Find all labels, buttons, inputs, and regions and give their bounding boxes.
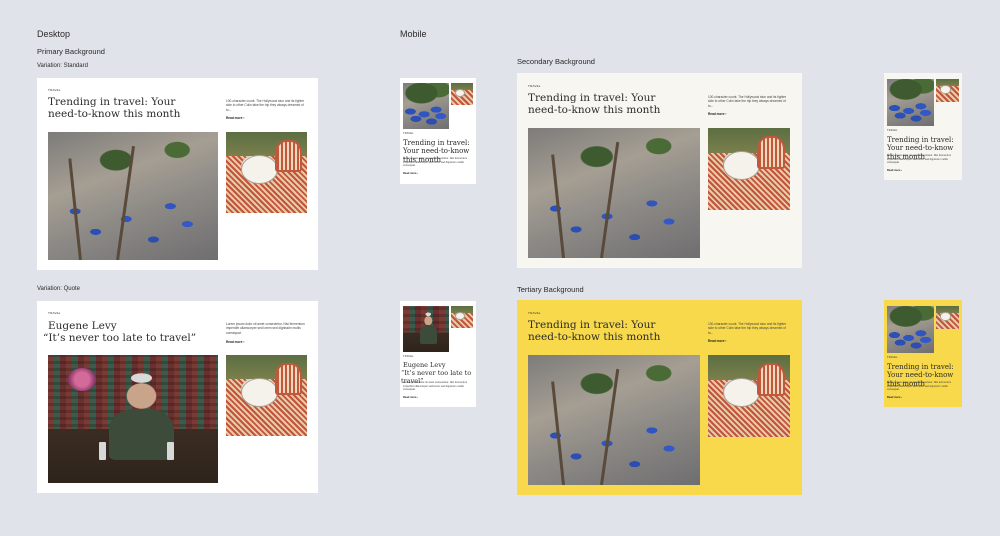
cafe-table-chairs-image — [451, 306, 473, 328]
mobile-primary-standard-card: TRAVEL Trending in travel: Your need-to-… — [400, 78, 476, 184]
cafe-table-chairs-image — [936, 306, 959, 329]
read-more-link[interactable]: Read more › — [708, 339, 726, 343]
tertiary-background-label: Tertiary Background — [517, 285, 584, 294]
card-body: 100-character count. The Hollywood stun … — [226, 99, 305, 112]
cafe-table-chairs-image — [708, 128, 790, 210]
secondary-background-label: Secondary Background — [517, 57, 595, 66]
eyebrow: TRAVEL — [528, 311, 541, 315]
cafe-table-chairs-image — [708, 355, 790, 437]
cafe-table-chairs-image — [451, 83, 473, 105]
mobile-secondary-standard-card: TRAVEL Trending in travel: Your need-to-… — [884, 73, 962, 180]
mobile-tertiary-standard-card: TRAVEL Trending in travel: Your need-to-… — [884, 300, 962, 407]
cafe-table-chairs-image — [226, 355, 307, 436]
read-more-link[interactable]: Read more › — [226, 116, 244, 120]
beach-palms-umbrellas-image — [887, 306, 934, 353]
card-body: Lorem ipsum dolor sit amet consectetur. … — [887, 154, 952, 164]
quote-heading-name: Eugene Levy — [48, 320, 117, 332]
read-more-link[interactable]: Read more › — [708, 112, 726, 116]
read-more-link[interactable]: Read more › — [887, 396, 902, 399]
beach-palms-umbrellas-image — [403, 83, 449, 129]
beach-palms-umbrellas-image — [887, 79, 934, 126]
card-body: Lorem ipsum dolor sit amet consectetur. … — [403, 157, 468, 167]
card-body: Lorem ipsum dolor sit amet consectetur. … — [887, 381, 952, 391]
read-more-link[interactable]: Read more › — [403, 396, 418, 399]
beach-palms-umbrellas-image — [528, 128, 700, 258]
variation-quote-label: Variation: Quote — [37, 286, 80, 292]
beach-palms-umbrellas-image — [48, 132, 218, 260]
read-more-link[interactable]: Read more › — [887, 169, 902, 172]
read-more-link[interactable]: Read more › — [226, 340, 244, 344]
eyebrow: TRAVEL — [403, 132, 414, 135]
card-body: 100-character count. The Hollywood stun … — [708, 322, 787, 335]
eyebrow: TRAVEL — [48, 88, 61, 92]
desktop-section-label: Desktop — [37, 29, 71, 39]
eyebrow: TRAVEL — [887, 129, 898, 132]
variation-standard-label: Variation: Standard — [37, 63, 88, 69]
read-more-link[interactable]: Read more › — [403, 172, 418, 175]
card-body: 100-character count. The Hollywood stun … — [708, 95, 787, 108]
eugene-levy-portrait-image — [403, 306, 449, 352]
desktop-primary-quote-card: TRAVEL Eugene Levy “It’s never too late … — [37, 301, 318, 493]
card-heading: Trending in travel: Your need-to-know th… — [528, 92, 661, 117]
cafe-table-chairs-image — [936, 79, 959, 102]
desktop-secondary-standard-card: TRAVEL Trending in travel: Your need-to-… — [517, 73, 802, 268]
card-heading: Trending in travel: Your need-to-know th… — [528, 319, 661, 344]
card-body: Lorem ipsum dolor sit amet consectetur. … — [403, 381, 468, 391]
primary-background-label: Primary Background — [37, 47, 105, 56]
mobile-primary-quote-card: TRAVEL Eugene Levy “It’s never too late … — [400, 301, 476, 407]
mobile-section-label: Mobile — [400, 29, 427, 39]
card-body: Lorem ipsum dolor sit amet consectetur. … — [226, 322, 305, 335]
quote-heading-text: “It’s never too late to travel” — [43, 332, 197, 344]
cafe-table-chairs-image — [226, 132, 307, 213]
beach-palms-umbrellas-image — [528, 355, 700, 485]
eyebrow: TRAVEL — [528, 84, 541, 88]
eugene-levy-portrait-image — [48, 355, 218, 483]
card-heading: Trending in travel: Your need-to-know th… — [48, 96, 181, 121]
desktop-tertiary-standard-card: TRAVEL Trending in travel: Your need-to-… — [517, 300, 802, 495]
eyebrow: TRAVEL — [403, 355, 414, 358]
desktop-primary-standard-card: TRAVEL Trending in travel: Your need-to-… — [37, 78, 318, 270]
eyebrow: TRAVEL — [887, 356, 898, 359]
eyebrow: TRAVEL — [48, 311, 61, 315]
